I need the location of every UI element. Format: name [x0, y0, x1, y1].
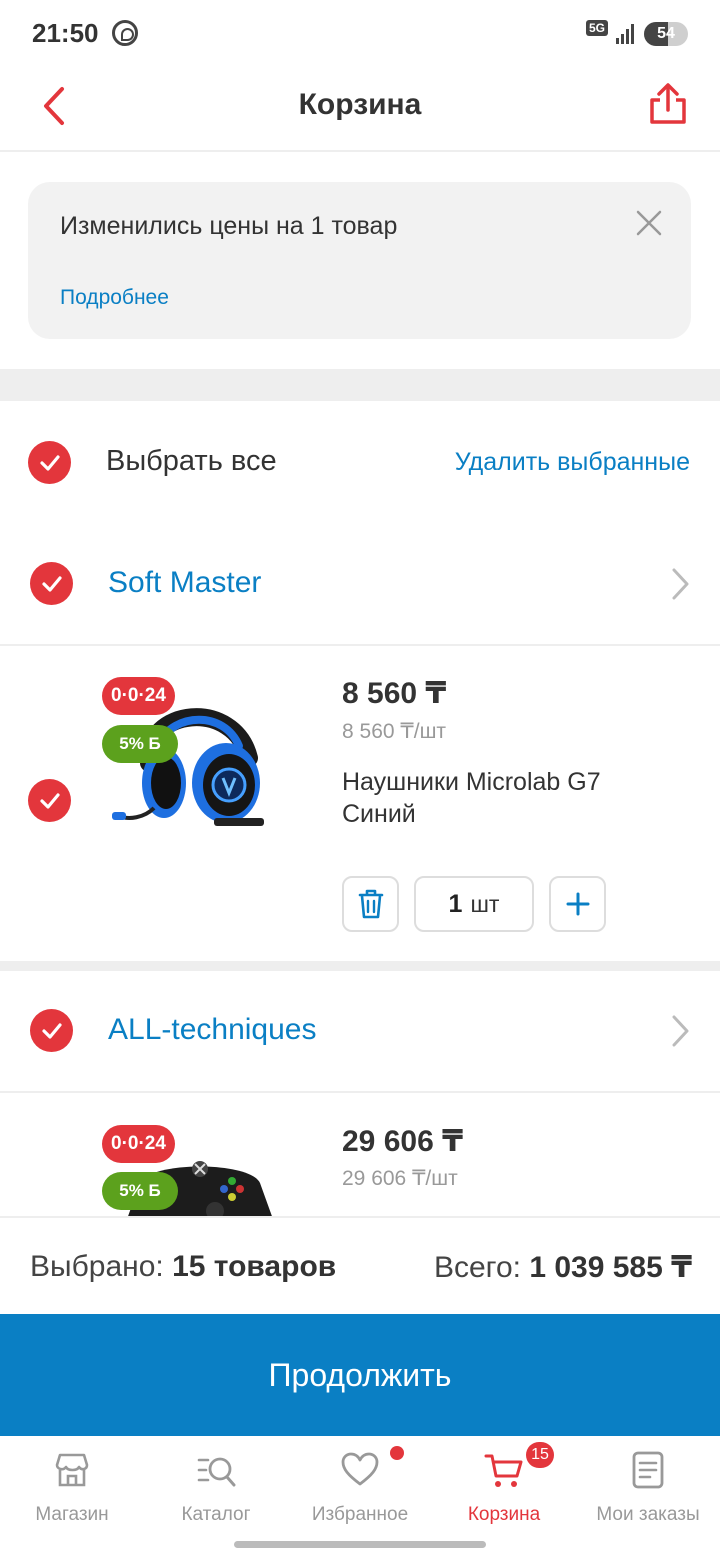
quantity-unit: шт	[470, 890, 500, 917]
notice-more-link[interactable]: Подробнее	[60, 286, 169, 310]
product-unit-price: 29 606 ₸/шт	[342, 1167, 458, 1190]
quantity-display: 1 шт	[414, 876, 534, 932]
product-unit-price: 8 560 ₸/шт	[342, 720, 447, 743]
page-title: Корзина	[298, 88, 422, 121]
checkmark-icon	[39, 792, 60, 809]
checkmark-icon	[41, 1022, 62, 1039]
divider	[0, 644, 720, 646]
selected-label: Выбрано:	[30, 1250, 164, 1283]
nav-item-favorites[interactable]: Избранное	[288, 1436, 432, 1546]
orders-icon	[632, 1451, 664, 1489]
cart-icon	[484, 1454, 523, 1487]
product-price: 8 560 ₸	[342, 677, 447, 710]
status-time: 21:50	[32, 18, 99, 48]
signal-icon	[616, 22, 636, 44]
seller-checkbox[interactable]	[30, 562, 73, 605]
bonus-badge: 5% Б	[102, 725, 178, 763]
nav-label: Магазин	[35, 1504, 109, 1525]
product-checkbox[interactable]	[28, 779, 71, 822]
nav-label: Каталог	[181, 1504, 251, 1525]
seller-checkbox[interactable]	[30, 1009, 73, 1052]
home-indicator[interactable]	[234, 1541, 486, 1548]
notice-close-button[interactable]	[632, 206, 666, 240]
trash-icon	[358, 889, 383, 919]
network-type: 5G	[586, 20, 609, 36]
nav-label: Избранное	[311, 1504, 409, 1525]
select-all-checkbox[interactable]	[28, 441, 71, 484]
app-header: Корзина	[0, 68, 720, 152]
checkmark-icon	[41, 575, 62, 592]
chevron-right-icon[interactable]	[666, 1013, 694, 1049]
select-all-label: Выбрать все	[106, 445, 277, 477]
cart-count-badge: 15	[526, 1442, 554, 1468]
total-amount: Всего: 1 039 585 ₸	[434, 1250, 692, 1285]
catalog-search-icon	[197, 1457, 236, 1487]
cart-summary: Выбрано: 15 товаров Всего: 1 039 585 ₸	[0, 1216, 720, 1314]
product-price: 29 606 ₸	[342, 1125, 463, 1158]
seller-name[interactable]: ALL-techniques	[108, 1013, 316, 1047]
share-icon	[650, 83, 686, 124]
battery-level: 54	[657, 25, 675, 42]
close-icon	[636, 210, 662, 236]
nav-item-cart[interactable]: Корзина	[432, 1436, 576, 1546]
favorites-dot-indicator	[390, 1446, 404, 1460]
whatsapp-icon	[112, 20, 138, 46]
bonus-badge: 5% Б	[102, 1172, 178, 1210]
heart-icon	[341, 1452, 379, 1486]
nav-label: Мои заказы	[596, 1504, 700, 1525]
chevron-right-icon[interactable]	[666, 566, 694, 602]
nav-item-catalog[interactable]: Каталог	[144, 1436, 288, 1546]
notice-message: Изменились цены на 1 товар	[60, 212, 398, 240]
total-label: Всего:	[433, 1251, 521, 1284]
installment-badge: 0·0·24	[102, 677, 175, 715]
total-value: 1 039 585 ₸	[529, 1251, 692, 1284]
increase-quantity-button[interactable]	[549, 876, 606, 932]
selected-value: 15 товаров	[172, 1250, 337, 1283]
nav-item-store[interactable]: Магазин	[0, 1436, 144, 1546]
continue-button[interactable]: Продолжить	[0, 1314, 720, 1436]
installment-badge: 0·0·24	[102, 1125, 175, 1163]
share-button[interactable]	[644, 80, 692, 128]
remove-item-button[interactable]	[342, 876, 399, 932]
nav-label: Корзина	[467, 1504, 541, 1525]
plus-icon	[566, 892, 589, 916]
product-card-clipped: 0·0·24 5% Б 29 606 ₸ 29 606 ₸/шт	[0, 1093, 720, 1216]
product-name[interactable]: Наушники Microlab G7 Синий	[342, 766, 672, 830]
price-change-notice: Изменились цены на 1 товар Подробнее	[28, 182, 691, 339]
checkmark-icon	[39, 454, 60, 471]
store-icon	[55, 1453, 89, 1487]
nav-item-orders[interactable]: Мои заказы	[576, 1436, 720, 1546]
quantity-value: 1	[448, 889, 463, 918]
status-bar: 21:50 5G 54	[0, 0, 720, 68]
section-separator	[0, 369, 720, 401]
battery-icon: 54	[644, 22, 688, 46]
seller-name[interactable]: Soft Master	[108, 566, 261, 600]
selected-count: Выбрано: 15 товаров	[30, 1250, 336, 1284]
delete-selected-link[interactable]: Удалить выбранные	[455, 448, 690, 477]
seller-separator	[0, 961, 720, 971]
